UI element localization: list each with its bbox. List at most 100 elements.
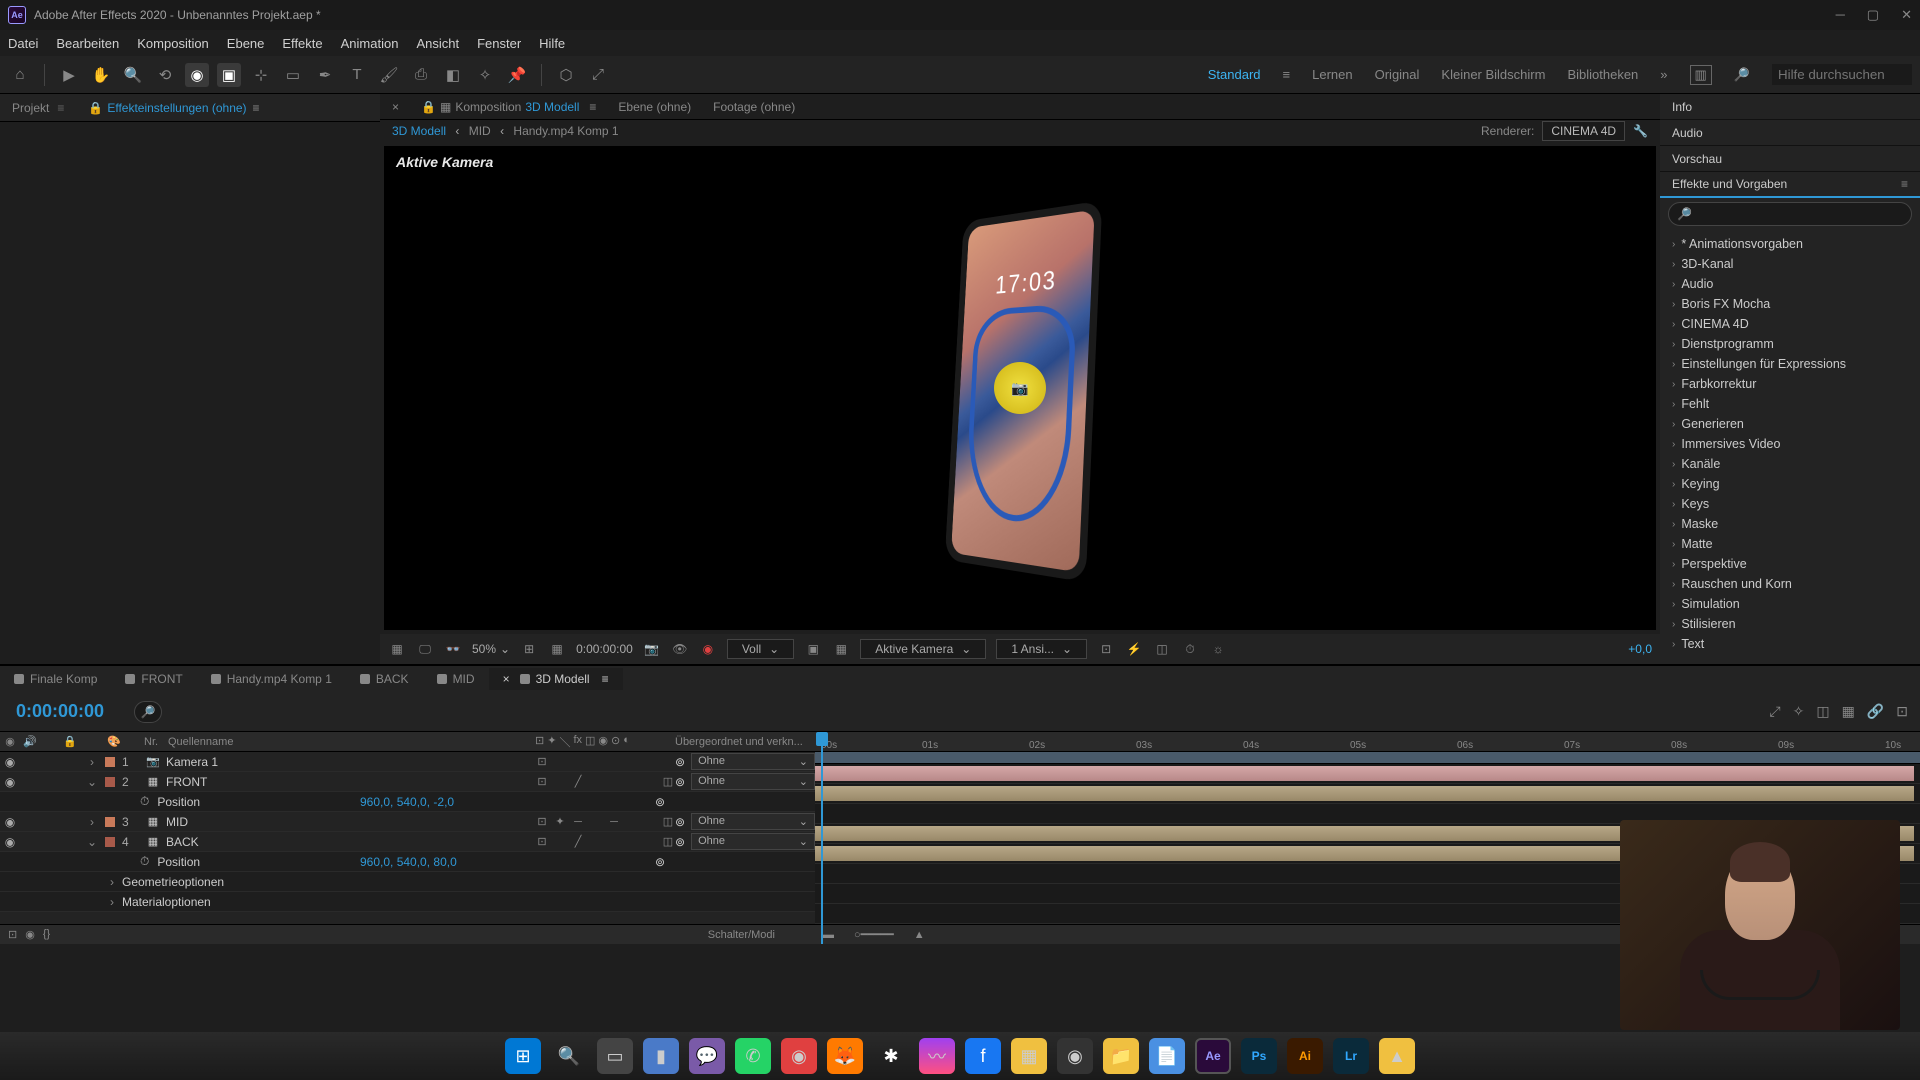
effect-category[interactable]: ›Generieren: [1668, 414, 1912, 434]
pixel-icon[interactable]: ⊡: [1097, 640, 1115, 658]
tl-tab-front[interactable]: FRONT: [111, 668, 196, 690]
fast-icon[interactable]: ⚡: [1125, 640, 1143, 658]
lock-icon[interactable]: 🔒: [88, 101, 103, 115]
axis-icon[interactable]: ⤢: [586, 63, 610, 87]
effect-category[interactable]: ›* Animationsvorgaben: [1668, 234, 1912, 254]
breadcrumb-3dmodell[interactable]: 3D Modell: [392, 124, 446, 138]
tl-icon-3[interactable]: ◫: [1816, 703, 1829, 720]
parent-pick-icon[interactable]: ⊚: [675, 835, 685, 849]
workspace-bibliotheken[interactable]: Bibliotheken: [1567, 67, 1638, 82]
effect-category[interactable]: ›Rauschen und Korn: [1668, 574, 1912, 594]
stopwatch-icon[interactable]: ⏱: [140, 854, 149, 869]
views-dropdown[interactable]: 1 Ansi...⌄: [996, 639, 1087, 659]
comp-tab-footage[interactable]: Footage (ohne): [705, 96, 803, 118]
zoom-slider[interactable]: ○━━━━━: [854, 928, 894, 941]
effect-category[interactable]: ›Farbkorrektur: [1668, 374, 1912, 394]
facebook-icon[interactable]: f: [965, 1038, 1001, 1074]
clip-kamera[interactable]: [815, 766, 1914, 781]
tab-effekteinstellungen[interactable]: 🔒Effekteinstellungen (ohne)≡: [76, 95, 271, 121]
workspace-panel-icon[interactable]: ▥: [1690, 65, 1712, 85]
timeline-time[interactable]: 0:00:00:00: [16, 701, 104, 722]
tab-projekt[interactable]: Projekt≡: [0, 95, 76, 121]
aftereffects-icon[interactable]: Ae: [1195, 1038, 1231, 1074]
position-value[interactable]: 960,0, 540,0, 80,0: [360, 855, 457, 869]
menu-komposition[interactable]: Komposition: [137, 36, 209, 51]
rotate-tool[interactable]: ◉: [185, 63, 209, 87]
effect-category[interactable]: ›Immersives Video: [1668, 434, 1912, 454]
brush-tool[interactable]: 🖌: [377, 63, 401, 87]
zoom-out-icon[interactable]: ▬: [823, 929, 834, 941]
parent-dropdown[interactable]: Ohne⌄: [691, 773, 815, 790]
comp-tab-close[interactable]: ×: [384, 96, 407, 118]
property-row-mat[interactable]: ›Materialoptionen: [0, 892, 815, 912]
effect-category[interactable]: ›Maske: [1668, 514, 1912, 534]
effect-category[interactable]: ›Keys: [1668, 494, 1912, 514]
tl-tab-mid[interactable]: MID: [423, 668, 489, 690]
tl-tab-3dmodell[interactable]: ×3D Modell≡: [489, 668, 623, 690]
composition-viewport[interactable]: Aktive Kamera 17:03 📷: [384, 146, 1656, 630]
tl-icon-5[interactable]: 🔗: [1867, 703, 1884, 720]
effect-category[interactable]: ›Perspektive: [1668, 554, 1912, 574]
puppet-tool[interactable]: 📌: [505, 63, 529, 87]
resolution-dropdown[interactable]: Voll⌄: [727, 639, 794, 659]
renderer-dropdown[interactable]: CINEMA 4D: [1542, 121, 1625, 141]
layer-row-mid[interactable]: ◉ › 3 ▦MID ⊡✦──◫ ⊚Ohne⌄: [0, 812, 815, 832]
timeline-search[interactable]: 🔎: [134, 701, 162, 723]
transparency-icon[interactable]: ▦: [832, 640, 850, 658]
maximize-button[interactable]: ▢: [1867, 7, 1879, 23]
app-icon[interactable]: ✱: [873, 1038, 909, 1074]
windows-start-icon[interactable]: ⊞: [505, 1038, 541, 1074]
tab-vorschau[interactable]: Vorschau: [1660, 146, 1920, 172]
app-icon[interactable]: 📄: [1149, 1038, 1185, 1074]
effect-category[interactable]: ›Boris FX Mocha: [1668, 294, 1912, 314]
tl-tab-finale[interactable]: Finale Komp: [0, 668, 111, 690]
tl-footer-icon[interactable]: ⊡: [8, 928, 17, 941]
roto-tool[interactable]: ✧: [473, 63, 497, 87]
property-row-position[interactable]: ⏱ Position 960,0, 540,0, -2,0 ⊚: [0, 792, 815, 812]
menu-bearbeiten[interactable]: Bearbeiten: [56, 36, 119, 51]
tl-icon-1[interactable]: ⤢: [1769, 703, 1780, 720]
firefox-icon[interactable]: 🦊: [827, 1038, 863, 1074]
work-area[interactable]: [815, 752, 1920, 764]
timeline-ruler[interactable]: 00s 01s 02s 03s 04s 05s 06s 07s 08s 09s …: [815, 732, 1920, 752]
viewer-grid-icon[interactable]: ▦: [548, 640, 566, 658]
workspace-standard[interactable]: Standard: [1208, 67, 1261, 82]
breadcrumb-mid[interactable]: MID: [469, 124, 491, 138]
minimize-button[interactable]: ─: [1836, 7, 1845, 23]
comp-tab-komposition[interactable]: 🔒▦Komposition 3D Modell≡: [413, 96, 604, 118]
menu-effekte[interactable]: Effekte: [282, 36, 322, 51]
home-icon[interactable]: ⌂: [8, 63, 32, 87]
layer-row-kamera[interactable]: ◉ › 1 📷Kamera 1 ⊡ ⊚Ohne⌄: [0, 752, 815, 772]
selection-tool[interactable]: ▶: [57, 63, 81, 87]
app-icon[interactable]: ▮: [643, 1038, 679, 1074]
app-icon[interactable]: ▦: [1011, 1038, 1047, 1074]
tl-footer-label[interactable]: Schalter/Modi: [708, 929, 775, 941]
breadcrumb-handy[interactable]: Handy.mp4 Komp 1: [513, 124, 618, 138]
reveal-icon[interactable]: 👁: [671, 640, 689, 658]
help-search-input[interactable]: [1772, 64, 1912, 85]
effect-category[interactable]: ›Matte: [1668, 534, 1912, 554]
effect-category[interactable]: ›Stilisieren: [1668, 614, 1912, 634]
app-icon[interactable]: ▲: [1379, 1038, 1415, 1074]
camera-tool[interactable]: ▣: [217, 63, 241, 87]
tl-tab-handy[interactable]: Handy.mp4 Komp 1: [197, 668, 346, 690]
effect-category[interactable]: ›Audio: [1668, 274, 1912, 294]
effect-category[interactable]: ›Kanäle: [1668, 454, 1912, 474]
wrench-icon[interactable]: 🔧: [1633, 124, 1648, 138]
position-value[interactable]: 960,0, 540,0, -2,0: [360, 795, 454, 809]
viewer-alpha-icon[interactable]: ▦: [388, 640, 406, 658]
zoom-in-icon[interactable]: ▲: [914, 929, 925, 941]
property-row-position[interactable]: ⏱ Position 960,0, 540,0, 80,0 ⊚: [0, 852, 815, 872]
panel-menu-icon[interactable]: ≡: [1901, 177, 1908, 191]
expression-pick-icon[interactable]: ⊚: [655, 795, 665, 809]
3d-icon[interactable]: ◫: [1153, 640, 1171, 658]
zoom-value[interactable]: 50%: [472, 642, 496, 656]
tl-icon-2[interactable]: ✧: [1793, 703, 1805, 720]
chevron-left-icon[interactable]: ‹: [455, 124, 459, 138]
parent-pick-icon[interactable]: ⊚: [675, 775, 685, 789]
effect-category[interactable]: ›CINEMA 4D: [1668, 314, 1912, 334]
menu-ebene[interactable]: Ebene: [227, 36, 265, 51]
photoshop-icon[interactable]: Ps: [1241, 1038, 1277, 1074]
comp-tab-ebene[interactable]: Ebene (ohne): [610, 96, 699, 118]
parent-pick-icon[interactable]: ⊚: [675, 815, 685, 829]
